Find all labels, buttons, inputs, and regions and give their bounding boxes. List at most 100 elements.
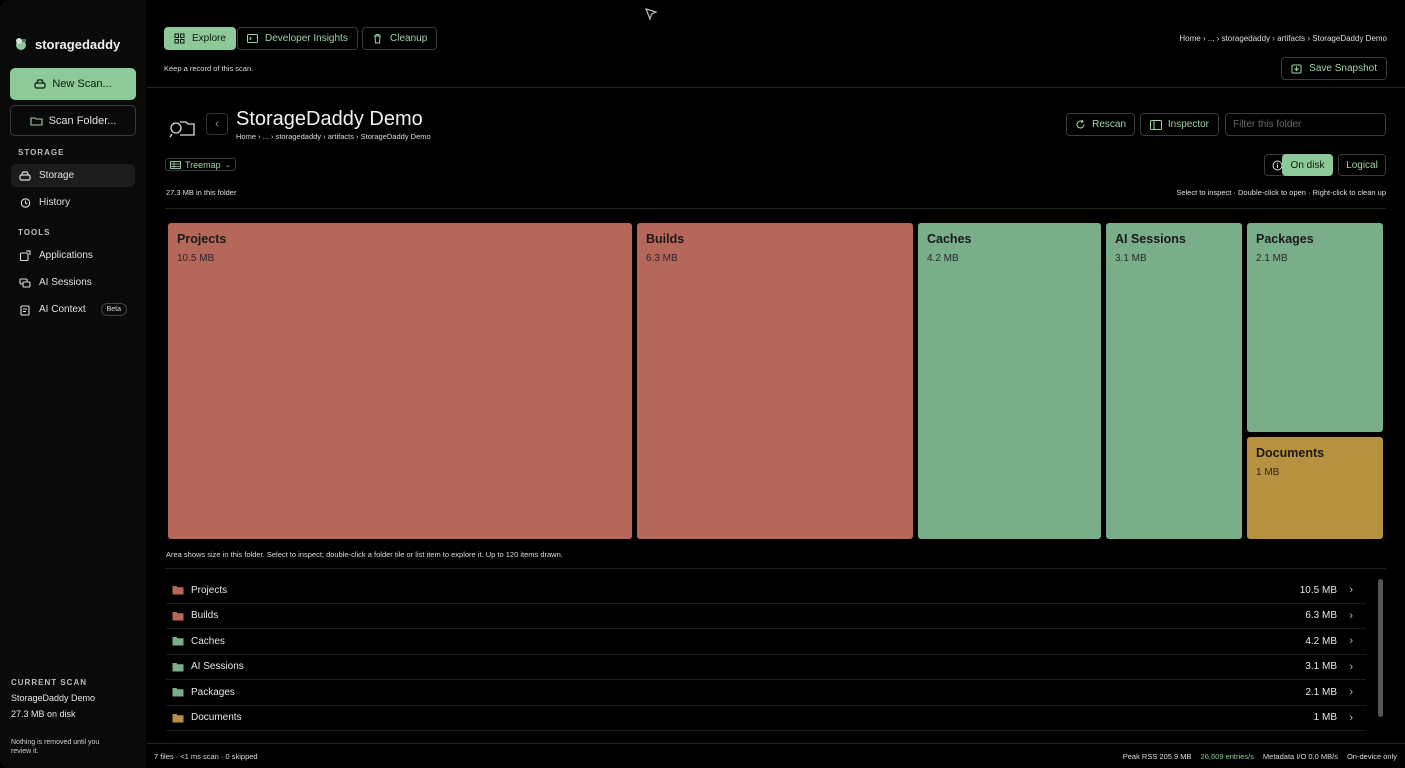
inspector-button[interactable]: Inspector xyxy=(1139,113,1219,136)
sidebar-item-ai-context[interactable]: AI Context Beta xyxy=(11,298,135,321)
chevron-right-icon: › xyxy=(1349,660,1353,673)
folder-list: Projects 10.5 MB › Builds 6.3 MB › Cache… xyxy=(166,578,1366,731)
filter-input[interactable] xyxy=(1225,113,1386,136)
list-item[interactable]: Packages 2.1 MB › xyxy=(166,680,1366,706)
chevron-right-icon: › xyxy=(1349,686,1353,699)
scan-folder-label: Scan Folder... xyxy=(48,114,117,127)
list-item[interactable]: AI Sessions 3.1 MB › xyxy=(166,655,1366,680)
record-note: Keep a record of this scan. xyxy=(164,64,254,73)
tab-label: Developer Insights xyxy=(265,33,348,44)
snapshot-icon xyxy=(1291,64,1302,74)
trash-icon xyxy=(374,34,381,44)
new-scan-button[interactable]: New Scan... xyxy=(10,68,136,100)
folder-breadcrumb[interactable]: Home › ... › storagedaddy › artifacts › … xyxy=(236,132,431,141)
treemap-tile-documents[interactable]: Documents 1 MB xyxy=(1247,437,1383,539)
treemap-tile-packages[interactable]: Packages 2.1 MB xyxy=(1247,223,1383,432)
folder-icon xyxy=(172,662,184,672)
rescan-button[interactable]: Rescan xyxy=(1066,113,1135,136)
performance-stats: Peak RSS 205.9 MB 26,609 entries/s Metad… xyxy=(1123,752,1397,761)
sidebar-panel-icon xyxy=(1149,119,1162,130)
treemap-tile-projects[interactable]: Projects 10.5 MB xyxy=(168,223,632,539)
back-button[interactable]: ‹ xyxy=(206,113,228,135)
list-item[interactable]: Caches 4.2 MB › xyxy=(166,629,1366,655)
list-item-size: 6.3 MB xyxy=(1305,610,1337,622)
list-item-name: Builds xyxy=(191,610,219,622)
tile-name: Projects xyxy=(177,232,227,246)
grid-icon xyxy=(174,33,185,44)
beta-badge: Beta xyxy=(100,303,127,316)
tab-explore[interactable]: Explore xyxy=(164,27,236,50)
logical-toggle[interactable]: Logical xyxy=(1338,154,1386,176)
tile-name: Caches xyxy=(927,232,972,246)
app-logo-icon xyxy=(16,38,26,50)
treemap-tile-builds[interactable]: Builds 6.3 MB xyxy=(637,223,913,539)
save-snapshot-button[interactable]: Save Snapshot xyxy=(1281,57,1387,80)
folder-scan-icon xyxy=(169,121,195,138)
divider xyxy=(147,87,1405,88)
list-item-name: AI Sessions xyxy=(191,661,244,673)
entries-rate: 26,609 entries/s xyxy=(1200,752,1254,761)
sidebar-item-applications[interactable]: Applications xyxy=(11,244,135,267)
tab-cleanup[interactable]: Cleanup xyxy=(362,27,438,50)
tab-developer-insights[interactable]: Developer Insights xyxy=(237,27,358,50)
main-panel: Explore Developer Insights Cleanup Home … xyxy=(147,0,1405,768)
list-item-name: Documents xyxy=(191,712,242,724)
app-brand: storagedaddy xyxy=(13,36,120,52)
folder-size-summary: 27.3 MB in this folder xyxy=(166,188,237,197)
tab-label: Cleanup xyxy=(390,33,428,44)
treemap: Projects 10.5 MB Builds 6.3 MB Caches 4.… xyxy=(168,223,1384,539)
tools-section-label: TOOLS xyxy=(18,228,51,237)
peak-rss: Peak RSS 205.9 MB xyxy=(1122,752,1192,761)
list-scrollbar[interactable] xyxy=(1378,579,1383,717)
drive-icon xyxy=(34,79,46,89)
on-disk-toggle[interactable]: On disk xyxy=(1282,154,1333,176)
app-window: storagedaddy New Scan... Scan Folder... … xyxy=(0,0,1405,768)
refresh-icon xyxy=(1076,119,1085,129)
treemap-note: Area shows size in this folder. Select t… xyxy=(166,550,563,559)
treemap-tile-caches[interactable]: Caches 4.2 MB xyxy=(918,223,1101,539)
folder-icon xyxy=(30,116,43,126)
folder-icon xyxy=(172,713,184,723)
scan-folder-button[interactable]: Scan Folder... xyxy=(10,105,136,136)
view-mode-select[interactable]: Treemap ⌄ xyxy=(165,158,236,171)
current-scan-name: StorageDaddy Demo xyxy=(11,693,96,703)
tile-size: 10.5 MB xyxy=(177,253,215,264)
folder-icon xyxy=(172,586,184,595)
inspector-label: Inspector xyxy=(1167,119,1209,130)
drive-icon xyxy=(19,170,31,181)
list-item-name: Caches xyxy=(191,635,225,647)
metadata-io: Metadata I/O 0.0 MB/s xyxy=(1262,752,1338,761)
chevron-left-icon: ‹ xyxy=(215,118,219,130)
sidebar-item-ai-sessions[interactable]: AI Sessions xyxy=(11,271,135,294)
list-item[interactable]: Documents 1 MB › xyxy=(166,706,1366,731)
ai-sessions-icon xyxy=(19,277,31,288)
tile-name: Packages xyxy=(1256,232,1314,246)
list-item-size: 4.2 MB xyxy=(1305,635,1337,647)
tile-size: 6.3 MB xyxy=(646,253,678,264)
tile-size: 4.2 MB xyxy=(927,253,959,264)
status-bar: 7 files · <1 ms scan · 0 skipped Peak RS… xyxy=(147,743,1405,768)
history-icon xyxy=(20,197,31,208)
list-item[interactable]: Builds 6.3 MB › xyxy=(166,604,1366,629)
sidebar-item-storage[interactable]: Storage xyxy=(11,164,135,187)
applications-icon xyxy=(19,249,31,261)
storage-section-label: STORAGE xyxy=(18,148,65,157)
sidebar-item-label: History xyxy=(39,197,71,208)
tab-label: Explore xyxy=(192,33,226,44)
tile-name: Builds xyxy=(646,232,685,246)
list-item-size: 1 MB xyxy=(1313,712,1337,724)
tile-size: 3.1 MB xyxy=(1115,253,1147,264)
current-scan-size: 27.3 MB on disk xyxy=(11,709,76,719)
list-item-size: 3.1 MB xyxy=(1305,661,1337,673)
chevron-right-icon: › xyxy=(1349,711,1353,724)
list-item-size: 10.5 MB xyxy=(1299,584,1337,596)
sidebar: storagedaddy New Scan... Scan Folder... … xyxy=(0,0,146,768)
chevron-right-icon: › xyxy=(1349,635,1353,648)
sidebar-item-history[interactable]: History xyxy=(11,191,135,214)
tile-name: Documents xyxy=(1256,446,1325,460)
divider xyxy=(165,568,1386,569)
safety-note: Nothing is removed until you review it. xyxy=(11,739,100,755)
breadcrumb[interactable]: Home › ... › storagedaddy › artifacts › … xyxy=(1179,34,1387,43)
treemap-tile-ai-sessions[interactable]: AI Sessions 3.1 MB xyxy=(1106,223,1242,539)
list-item[interactable]: Projects 10.5 MB › xyxy=(166,578,1366,604)
